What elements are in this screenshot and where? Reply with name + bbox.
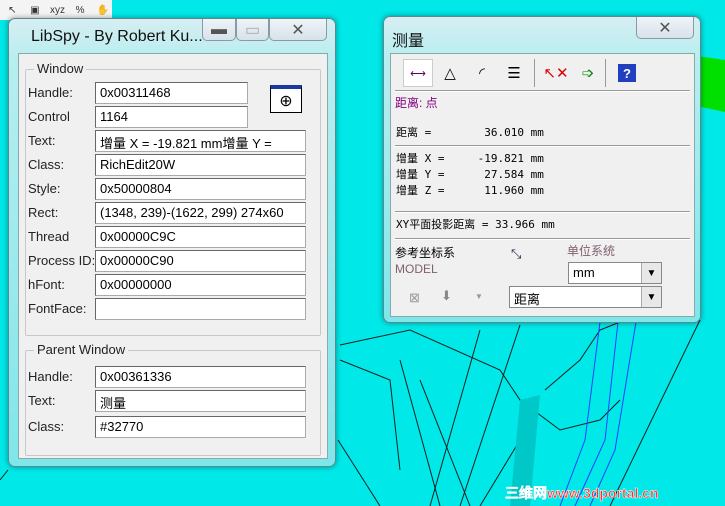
dropdown-arrow-icon[interactable]: ▼ — [475, 292, 483, 301]
hand-icon[interactable]: ✋ — [93, 1, 112, 19]
field-value[interactable]: 0x50000804 — [95, 178, 306, 200]
ref-coord-label: 参考坐标系 — [395, 246, 456, 260]
window-title: 测量 — [392, 33, 425, 50]
measure-client: ⟷ △ ◜ ☰ ↖✕ ➩ ? 距离: 点 距离 = 36.010 mm 增量 X… — [390, 53, 695, 317]
minimize-button[interactable]: ▬ — [202, 19, 236, 41]
watermark: 三维网www.3dportal.cn — [505, 485, 659, 502]
xy-projection-distance: XY平面投影距离 = 33.966 mm — [396, 218, 555, 231]
field-label: Rect: — [28, 205, 59, 220]
field-label: Class: — [28, 157, 65, 172]
field-value[interactable]: (1348, 239)-(1622, 299) 274x60 — [95, 202, 306, 224]
radius-tool-icon[interactable]: ◜ — [467, 59, 497, 87]
save-icon[interactable]: ⬇ — [441, 288, 452, 304]
parent-field-label: Handle: — [28, 369, 73, 384]
cad-toolbar: ↖ ▣ xyz % ✋ — [0, 0, 112, 20]
parent-field-value[interactable]: #32770 — [95, 416, 306, 438]
angle-tool-icon[interactable]: △ — [435, 59, 465, 87]
field-label: Handle: — [28, 85, 73, 100]
percent-point-icon[interactable]: % — [71, 1, 90, 19]
close-button[interactable]: ✕ — [269, 19, 327, 41]
delta-x: 增量 X = -19.821 mm — [396, 152, 544, 165]
parent-field-label: Class: — [28, 419, 65, 434]
field-value[interactable]: 0x00000000 — [95, 274, 306, 296]
measure-mode: 距离: 点 — [395, 96, 438, 110]
field-label: Style: — [28, 181, 61, 196]
libspy-window: LibSpy - By Robert Ku... ▬ ▭ ✕ Window ⊕ … — [8, 18, 336, 467]
parent-field-value[interactable]: 0x00361336 — [95, 366, 306, 388]
group-legend: Window — [34, 61, 87, 76]
toolbar-divider — [534, 59, 535, 87]
parent-field-label: Text: — [28, 393, 56, 408]
divider — [395, 238, 690, 240]
clear-selection-icon[interactable]: ↖✕ — [541, 59, 571, 87]
delta-z: 增量 Z = 11.960 mm — [396, 184, 544, 197]
close-button[interactable]: ✕ — [636, 17, 694, 39]
distance-tool-icon[interactable]: ⟷ — [403, 59, 433, 87]
field-label: Process ID: — [28, 253, 96, 268]
export-icon[interactable]: ➩ — [573, 59, 603, 87]
field-value[interactable]: 0x00311468 — [95, 82, 248, 104]
field-label: Control — [28, 109, 70, 124]
measure-type-value: 距离 — [514, 292, 541, 307]
delta-y: 增量 Y = 27.584 mm — [396, 168, 544, 181]
field-label: FontFace: — [28, 301, 87, 316]
help-icon[interactable]: ? — [612, 59, 642, 87]
field-label: Thread — [28, 229, 70, 244]
window-finder-icon[interactable]: ⊕ — [270, 85, 302, 113]
unit-select-value: mm — [573, 265, 595, 280]
field-label: hFont: — [28, 277, 65, 292]
divider — [395, 145, 690, 147]
parent-field-value[interactable]: 测量 — [95, 390, 306, 412]
select-arrow-icon[interactable]: ↖ — [3, 1, 22, 19]
xyz-point-icon[interactable]: xyz — [48, 1, 67, 19]
field-value[interactable]: 0x00000C90 — [95, 250, 306, 272]
field-label: Text: — [28, 133, 56, 148]
coord-pick-icon[interactable]: ⤡ — [511, 246, 521, 262]
group-legend: Parent Window — [34, 342, 129, 357]
distance-value: 距离 = 36.010 mm — [396, 126, 544, 139]
chevron-down-icon[interactable]: ▼ — [641, 263, 661, 283]
box-select-icon[interactable]: ▣ — [26, 1, 45, 19]
field-value[interactable]: 0x00000C9C — [95, 226, 306, 248]
chevron-down-icon[interactable]: ▼ — [641, 287, 661, 307]
divider — [395, 211, 690, 213]
divider — [395, 90, 690, 92]
toolbar-divider — [605, 59, 606, 87]
libspy-client: Window ⊕ Parent Window Handle: 0x00311468… — [18, 53, 328, 459]
maximize-button[interactable]: ▭ — [236, 19, 269, 41]
measure-type-select[interactable]: 距离 ▼ — [509, 286, 662, 308]
view-icon[interactable]: ⊠ — [409, 290, 420, 306]
field-value[interactable]: 增量 X = -19.821 mm增量 Y = — [95, 130, 306, 152]
measure-window: 测量 ✕ ⟷ △ ◜ ☰ ↖✕ ➩ ? 距离: 点 距离 = 36.010 mm… — [383, 16, 701, 323]
window-title: LibSpy - By Robert Ku... — [31, 28, 203, 45]
list-tool-icon[interactable]: ☰ — [499, 59, 529, 87]
unit-select[interactable]: mm ▼ — [568, 262, 662, 284]
ref-coord-value: MODEL — [395, 262, 438, 276]
field-value[interactable]: 1164 — [95, 106, 248, 128]
field-value[interactable] — [95, 298, 306, 320]
field-value[interactable]: RichEdit20W — [95, 154, 306, 176]
unit-label: 单位系统 — [567, 244, 616, 258]
